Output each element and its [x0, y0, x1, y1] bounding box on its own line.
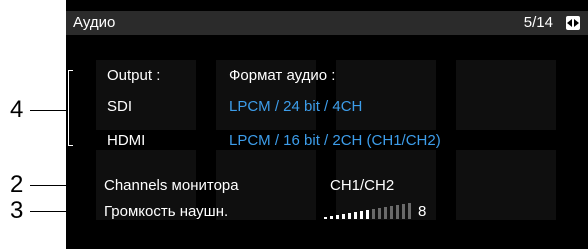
volume-meter-bar — [384, 207, 387, 219]
callout-4: 4 — [10, 96, 24, 123]
menu-title: Аудио — [73, 14, 116, 31]
page-indicator: 5/14 — [523, 14, 553, 31]
headphone-volume-label[interactable]: Громкость наушн. — [104, 203, 228, 220]
monitor-channels-value[interactable]: CH1/CH2 — [330, 177, 394, 194]
volume-meter-bar — [342, 214, 345, 219]
callout-4-line — [30, 110, 66, 111]
sdi-format-value[interactable]: LPCM / 24 bit / 4CH — [229, 98, 362, 115]
sdi-label: SDI — [107, 98, 133, 115]
volume-meter-bar — [390, 206, 393, 219]
headphone-volume-meter[interactable] — [324, 203, 414, 219]
callout-3: 3 — [10, 197, 24, 224]
output-label: Output : — [107, 67, 161, 84]
volume-meter-bar — [402, 204, 405, 219]
volume-meter-bar — [366, 210, 369, 219]
monitor-channels-label[interactable]: Channels монитора — [104, 177, 239, 194]
left-right-arrows-icon[interactable] — [566, 16, 580, 30]
hdmi-format-value[interactable]: LPCM / 16 bit / 2CH (CH1/CH2) — [229, 132, 441, 149]
volume-meter-bar — [336, 215, 339, 219]
audio-format-header: Формат аудио : — [229, 67, 336, 84]
volume-meter-bar — [360, 211, 363, 219]
volume-meter-bar — [378, 208, 381, 219]
output-bracket — [68, 70, 73, 146]
volume-meter-bar — [396, 205, 399, 219]
volume-meter-bar — [330, 216, 333, 219]
volume-meter-bar — [354, 212, 357, 219]
callout-2: 2 — [10, 171, 24, 198]
volume-meter-bar — [348, 213, 351, 219]
menu-title-bar: Аудио 5/14 — [66, 11, 588, 35]
volume-meter-bar — [372, 209, 375, 219]
headphone-volume-value: 8 — [418, 203, 427, 220]
volume-meter-bar — [408, 203, 411, 219]
hdmi-label: HDMI — [107, 132, 146, 149]
volume-meter-bar — [324, 217, 327, 219]
